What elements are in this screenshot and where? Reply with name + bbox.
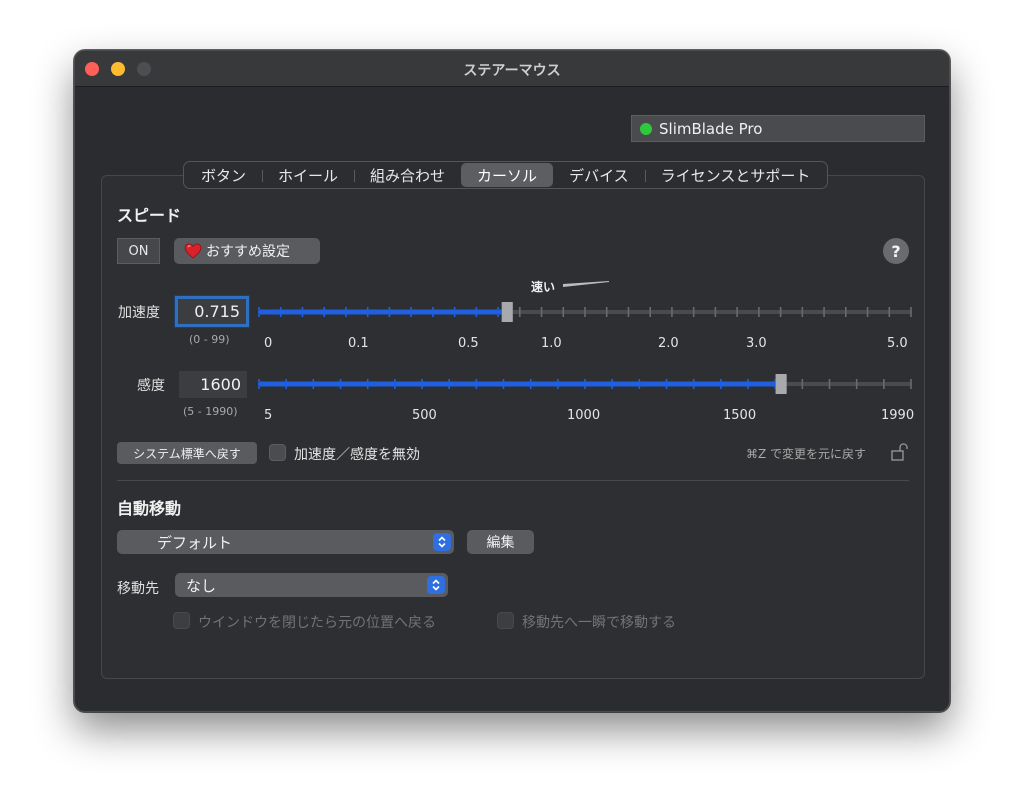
sensitivity-tick-label: 1000 — [567, 408, 601, 423]
sensitivity-slider[interactable] — [257, 374, 913, 394]
device-status-icon — [640, 122, 652, 135]
instant-move-checkbox[interactable] — [497, 612, 514, 629]
sensitivity-label: 感度 — [137, 378, 165, 394]
acceleration-tick-label: 1.0 — [541, 336, 562, 351]
help-button[interactable]: ? — [883, 238, 909, 264]
sensitivity-range: (5 - 1990) — [183, 405, 238, 418]
auto-move-preset-value: デフォルト — [157, 533, 233, 552]
tab-bar: ボタン ホイール 組み合わせ カーソル デバイス ライセンスとサポート — [183, 161, 829, 189]
tab-combinations[interactable]: 組み合わせ — [354, 163, 461, 187]
section-divider — [117, 480, 909, 481]
disable-acceleration-label: 加速度／感度を無効 — [294, 447, 420, 463]
acceleration-tick-label: 0 — [264, 336, 273, 351]
device-name: SlimBlade Pro — [659, 119, 763, 138]
device-selector[interactable]: SlimBlade Pro — [631, 115, 925, 142]
unlocked-lock-icon[interactable] — [891, 443, 909, 461]
instant-move-label: 移動先へ一瞬で移動する — [522, 615, 676, 631]
steermouse-window: ステアーマウス SlimBlade Pro ボタン ホイール 組み合わせ カーソ… — [74, 50, 950, 712]
window-title: ステアーマウス — [463, 63, 561, 79]
popup-arrows-icon — [433, 533, 451, 551]
return-on-close-checkbox[interactable] — [173, 612, 190, 629]
acceleration-slider-fill — [259, 309, 507, 315]
tab-cursor[interactable]: カーソル — [461, 163, 554, 187]
tab-device[interactable]: デバイス — [553, 163, 645, 187]
acceleration-tick-label: 0.1 — [348, 336, 369, 351]
popup-arrows-icon — [427, 576, 445, 594]
undo-hint: ⌘Z で変更を元に戻す — [746, 447, 867, 461]
acceleration-label: 加速度 — [118, 305, 160, 321]
sensitivity-tick-label: 1990 — [881, 408, 915, 423]
return-on-close-label: ウインドウを閉じたら元の位置へ戻る — [198, 615, 436, 631]
sensitivity-slider-knob[interactable] — [775, 374, 787, 394]
reset-to-system-default-button[interactable]: システム標準へ戻す — [117, 442, 257, 464]
sensitivity-input[interactable]: 1600 — [179, 371, 247, 398]
tab-wheel[interactable]: ホイール — [262, 163, 354, 187]
acceleration-tick-label: 5.0 — [887, 336, 908, 351]
acceleration-range: (0 - 99) — [189, 333, 230, 346]
recommended-settings-label: おすすめ設定 — [206, 244, 290, 260]
acceleration-slider[interactable] — [257, 302, 913, 322]
sensitivity-tick-label: 500 — [412, 408, 437, 423]
fast-wedge-icon — [563, 281, 609, 287]
auto-move-preset-popup[interactable]: デフォルト — [117, 530, 454, 554]
acceleration-input[interactable]: 0.715 — [175, 296, 249, 327]
acceleration-tick-label: 3.0 — [746, 336, 767, 351]
recommended-settings-button[interactable]: おすすめ設定 — [174, 238, 320, 264]
heart-icon — [184, 243, 202, 259]
speed-on-button[interactable]: ON — [117, 238, 160, 264]
edit-button[interactable]: 編集 — [467, 530, 534, 554]
auto-move-section-title: 自動移動 — [117, 499, 182, 518]
sensitivity-slider-fill — [259, 381, 781, 387]
speed-section-title: スピード — [117, 206, 182, 225]
sensitivity-tick-label: 1500 — [723, 408, 757, 423]
tab-buttons[interactable]: ボタン — [185, 163, 262, 187]
fast-label: 速い — [531, 280, 556, 294]
acceleration-tick-label: 0.5 — [458, 336, 479, 351]
disable-acceleration-checkbox[interactable] — [269, 444, 286, 461]
sensitivity-tick-label: 5 — [264, 408, 273, 423]
destination-label: 移動先 — [117, 581, 159, 597]
destination-popup[interactable]: なし — [175, 573, 448, 597]
tab-license-support[interactable]: ライセンスとサポート — [644, 163, 827, 187]
destination-value: なし — [186, 576, 217, 595]
acceleration-tick-label: 2.0 — [658, 336, 679, 351]
title-bar: ステアーマウス — [75, 51, 949, 87]
acceleration-slider-knob[interactable] — [501, 302, 514, 322]
